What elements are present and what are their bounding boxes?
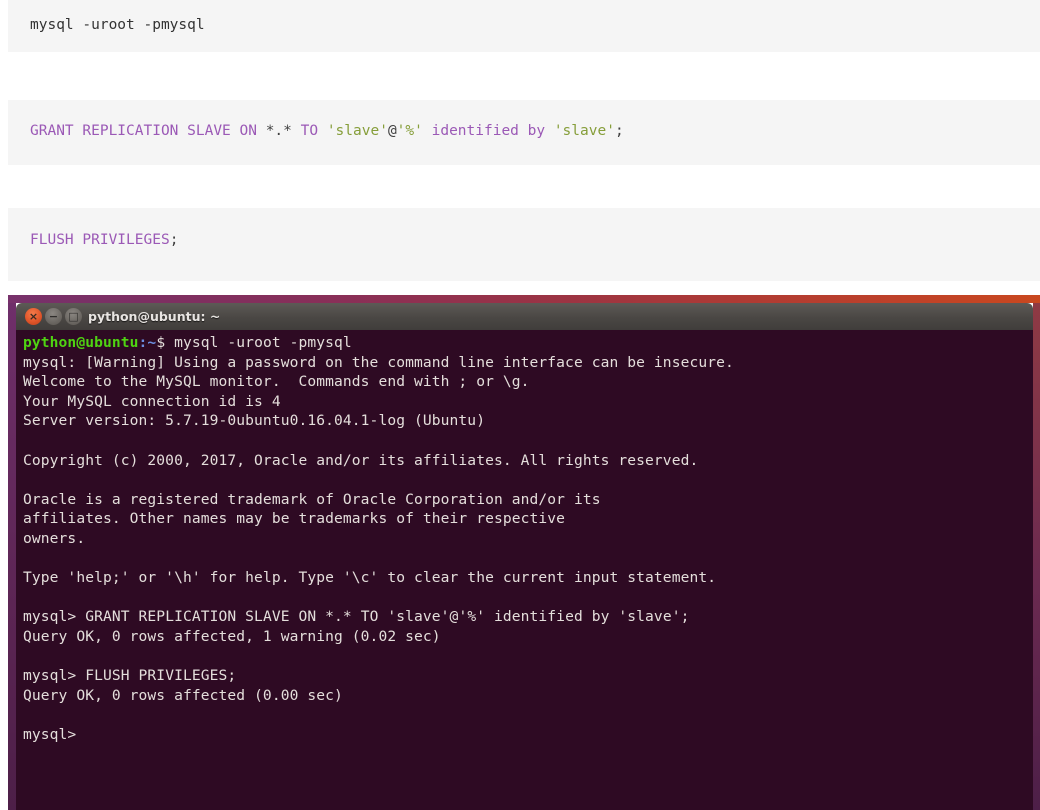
minimize-glyph: −: [48, 310, 59, 323]
mysql-prompt-final: mysql>: [23, 725, 77, 743]
output-line: Copyright (c) 2000, 2017, Oracle and/or …: [23, 451, 699, 469]
output-line: mysql: [Warning] Using a password on the…: [23, 353, 734, 371]
window-frame-left: [8, 303, 16, 810]
sql-keyword: GRANT REPLICATION SLAVE ON: [30, 123, 266, 139]
output-line: Type 'help;' or '\h' for help. Type '\c'…: [23, 569, 717, 587]
terminal-screen[interactable]: python@ubuntu:~$ mysql -uroot -pmysql my…: [16, 330, 1033, 810]
output-line: Welcome to the MySQL monitor. Commands e…: [23, 373, 530, 391]
output-line: Your MySQL connection id is 4: [23, 392, 281, 410]
mysql-result: Query OK, 0 rows affected (0.00 sec): [23, 686, 343, 704]
terminal-output: python@ubuntu:~$ mysql -uroot -pmysql my…: [23, 333, 1033, 744]
code-block-grant-replication-slave: GRANT REPLICATION SLAVE ON *.* TO 'slave…: [8, 100, 1040, 165]
code-block-flush-privileges: FLUSH PRIVILEGES;: [8, 208, 1040, 281]
mysql-result: Query OK, 0 rows affected, 1 warning (0.…: [23, 627, 441, 645]
sql-semicolon: ;: [614, 123, 624, 139]
mysql-command: FLUSH PRIVILEGES;: [85, 667, 237, 685]
output-line: Server version: 5.7.19-0ubuntu0.16.04.1-…: [23, 412, 486, 430]
code-block-mysql-login: mysql -uroot -pmysql: [8, 0, 1040, 52]
close-glyph: ×: [28, 310, 39, 323]
output-line: Oracle is a registered trademark of Orac…: [23, 490, 601, 508]
sql-keyword: TO: [291, 123, 327, 139]
sql-at-symbol: @: [387, 123, 397, 139]
window-frame-top: [8, 295, 1040, 303]
terminal-window: × − □ python@ubuntu: ~ python@ubuntu:~$ …: [8, 295, 1040, 810]
sql-string-user: 'slave': [326, 123, 388, 139]
block-spacer: [0, 165, 1040, 208]
sql-wildcard: *.*: [265, 123, 292, 139]
block-spacer: [0, 52, 1040, 100]
code-line-text: mysql -uroot -pmysql: [30, 17, 205, 33]
window-title: python@ubuntu: ~: [88, 309, 221, 324]
mysql-command: GRANT REPLICATION SLAVE ON *.* TO 'slave…: [85, 608, 690, 626]
maximize-icon[interactable]: □: [65, 308, 82, 325]
close-icon[interactable]: ×: [25, 308, 42, 325]
sql-semicolon: ;: [169, 232, 179, 248]
minimize-icon[interactable]: −: [45, 308, 62, 325]
sql-string-password: 'slave': [553, 123, 615, 139]
sql-keyword: identified by: [422, 123, 554, 139]
sql-string-host: '%': [396, 123, 423, 139]
output-line: affiliates. Other names may be trademark…: [23, 510, 566, 528]
terminal-titlebar[interactable]: × − □ python@ubuntu: ~: [16, 303, 1033, 330]
mysql-prompt: mysql>: [23, 608, 86, 626]
mysql-prompt: mysql>: [23, 667, 86, 685]
shell-command: mysql -uroot -pmysql: [174, 334, 352, 351]
window-controls: × − □: [25, 308, 82, 325]
shell-prompt-symbol: $: [156, 334, 166, 351]
sql-keyword: FLUSH PRIVILEGES: [30, 232, 170, 248]
document-body: mysql -uroot -pmysql GRANT REPLICATION S…: [0, 0, 1040, 810]
shell-prompt-user: python@ubuntu: [23, 334, 139, 351]
output-line: owners.: [23, 529, 86, 547]
window-frame-right: [1033, 303, 1040, 810]
maximize-glyph: □: [68, 310, 79, 323]
shell-prompt-path: :~: [138, 334, 157, 351]
block-spacer: [0, 281, 1040, 295]
